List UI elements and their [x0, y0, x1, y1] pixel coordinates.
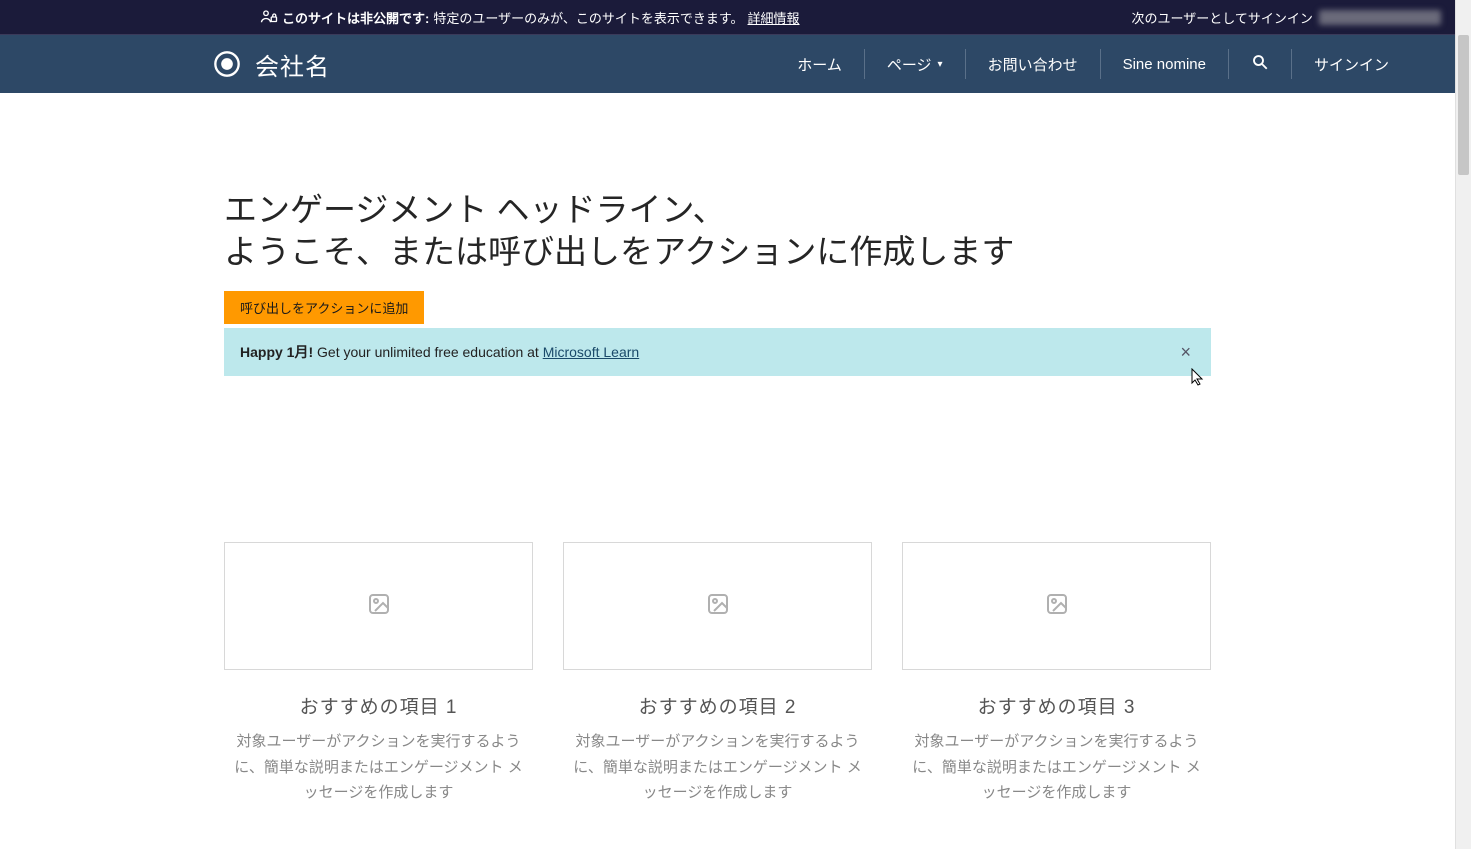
featured-cards: おすすめの項目 1 対象ユーザーがアクションを実行するように、簡単な説明またはエ… [224, 542, 1211, 806]
card-2[interactable]: おすすめの項目 2 対象ユーザーがアクションを実行するように、簡単な説明またはエ… [563, 542, 872, 806]
nav-sine-nomine[interactable]: Sine nomine [1101, 49, 1229, 79]
logo-icon [213, 50, 241, 78]
cta-button[interactable]: 呼び出しをアクションに追加 [224, 291, 424, 324]
signed-in-as-label: 次のユーザーとしてサインイン [1132, 8, 1313, 27]
signed-in-username: ████████ ████ [1319, 10, 1441, 25]
main-nav: 会社名 ホーム ページ ▾ お問い合わせ Sine nomine サインイン [0, 35, 1471, 93]
hero-line1: エンゲージメント ヘッドライン、 [224, 191, 726, 228]
scrollbar-thumb[interactable] [1458, 35, 1469, 175]
image-icon [1045, 592, 1069, 621]
nav-home-label: ホーム [797, 54, 842, 75]
cursor-icon [1191, 368, 1205, 386]
nav-home[interactable]: ホーム [775, 49, 865, 79]
hero-headline: エンゲージメント ヘッドライン、 ようこそ、または呼び出しをアクションに作成しま… [224, 189, 1211, 273]
card-desc: 対象ユーザーがアクションを実行するように、簡単な説明またはエンゲージメント メッ… [224, 729, 533, 806]
nav-signin-label: サインイン [1314, 54, 1389, 75]
card-desc: 対象ユーザーがアクションを実行するように、簡単な説明またはエンゲージメント メッ… [563, 729, 872, 806]
card-title: おすすめの項目 1 [224, 692, 533, 719]
nav-links: ホーム ページ ▾ お問い合わせ Sine nomine サインイン [775, 49, 1411, 79]
private-banner-left: このサイトは非公開です: 特定のユーザーのみが、このサイトを表示できます。 詳細… [260, 8, 800, 27]
private-banner-message: 特定のユーザーのみが、このサイトを表示できます。 [433, 8, 743, 27]
people-lock-icon [260, 8, 278, 26]
private-banner-more-link[interactable]: 詳細情報 [748, 8, 800, 27]
chevron-down-icon: ▾ [938, 59, 943, 70]
alert-link[interactable]: Microsoft Learn [543, 344, 639, 360]
card-1[interactable]: おすすめの項目 1 対象ユーザーがアクションを実行するように、簡単な説明またはエ… [224, 542, 533, 806]
nav-signin[interactable]: サインイン [1292, 49, 1411, 79]
hero-line2: ようこそ、または呼び出しをアクションに作成します [224, 233, 1014, 270]
card-3[interactable]: おすすめの項目 3 対象ユーザーがアクションを実行するように、簡単な説明またはエ… [902, 542, 1211, 806]
private-banner-bold: このサイトは非公開です: [282, 8, 429, 27]
card-title: おすすめの項目 2 [563, 692, 872, 719]
nav-contact[interactable]: お問い合わせ [966, 49, 1101, 79]
image-placeholder [902, 542, 1211, 670]
nav-sine-label: Sine nomine [1123, 56, 1206, 73]
alert-bold: Happy 1月! [240, 344, 313, 360]
hero-section: エンゲージメント ヘッドライン、 ようこそ、または呼び出しをアクションに作成しま… [224, 93, 1211, 324]
private-site-banner: このサイトは非公開です: 特定のユーザーのみが、このサイトを表示できます。 詳細… [0, 0, 1471, 35]
image-placeholder [563, 542, 872, 670]
alert-text: Happy 1月! Get your unlimited free educat… [240, 342, 639, 362]
nav-contact-label: お問い合わせ [988, 54, 1078, 75]
search-icon [1251, 53, 1269, 75]
image-icon [706, 592, 730, 621]
brand-name: 会社名 [255, 47, 330, 82]
nav-search[interactable] [1229, 49, 1292, 79]
image-icon [367, 592, 391, 621]
nav-pages-label: ページ [887, 54, 932, 75]
info-alert: Happy 1月! Get your unlimited free educat… [224, 328, 1211, 376]
scrollbar[interactable] [1455, 0, 1471, 849]
close-icon[interactable]: × [1176, 343, 1195, 361]
card-desc: 対象ユーザーがアクションを実行するように、簡単な説明またはエンゲージメント メッ… [902, 729, 1211, 806]
card-title: おすすめの項目 3 [902, 692, 1211, 719]
brand[interactable]: 会社名 [213, 47, 330, 82]
image-placeholder [224, 542, 533, 670]
page-content: エンゲージメント ヘッドライン、 ようこそ、または呼び出しをアクションに作成しま… [0, 93, 1471, 806]
nav-pages[interactable]: ページ ▾ [865, 49, 966, 79]
private-banner-right: 次のユーザーとしてサインイン ████████ ████ [1132, 8, 1452, 27]
alert-body: Get your unlimited free education at [313, 344, 543, 360]
